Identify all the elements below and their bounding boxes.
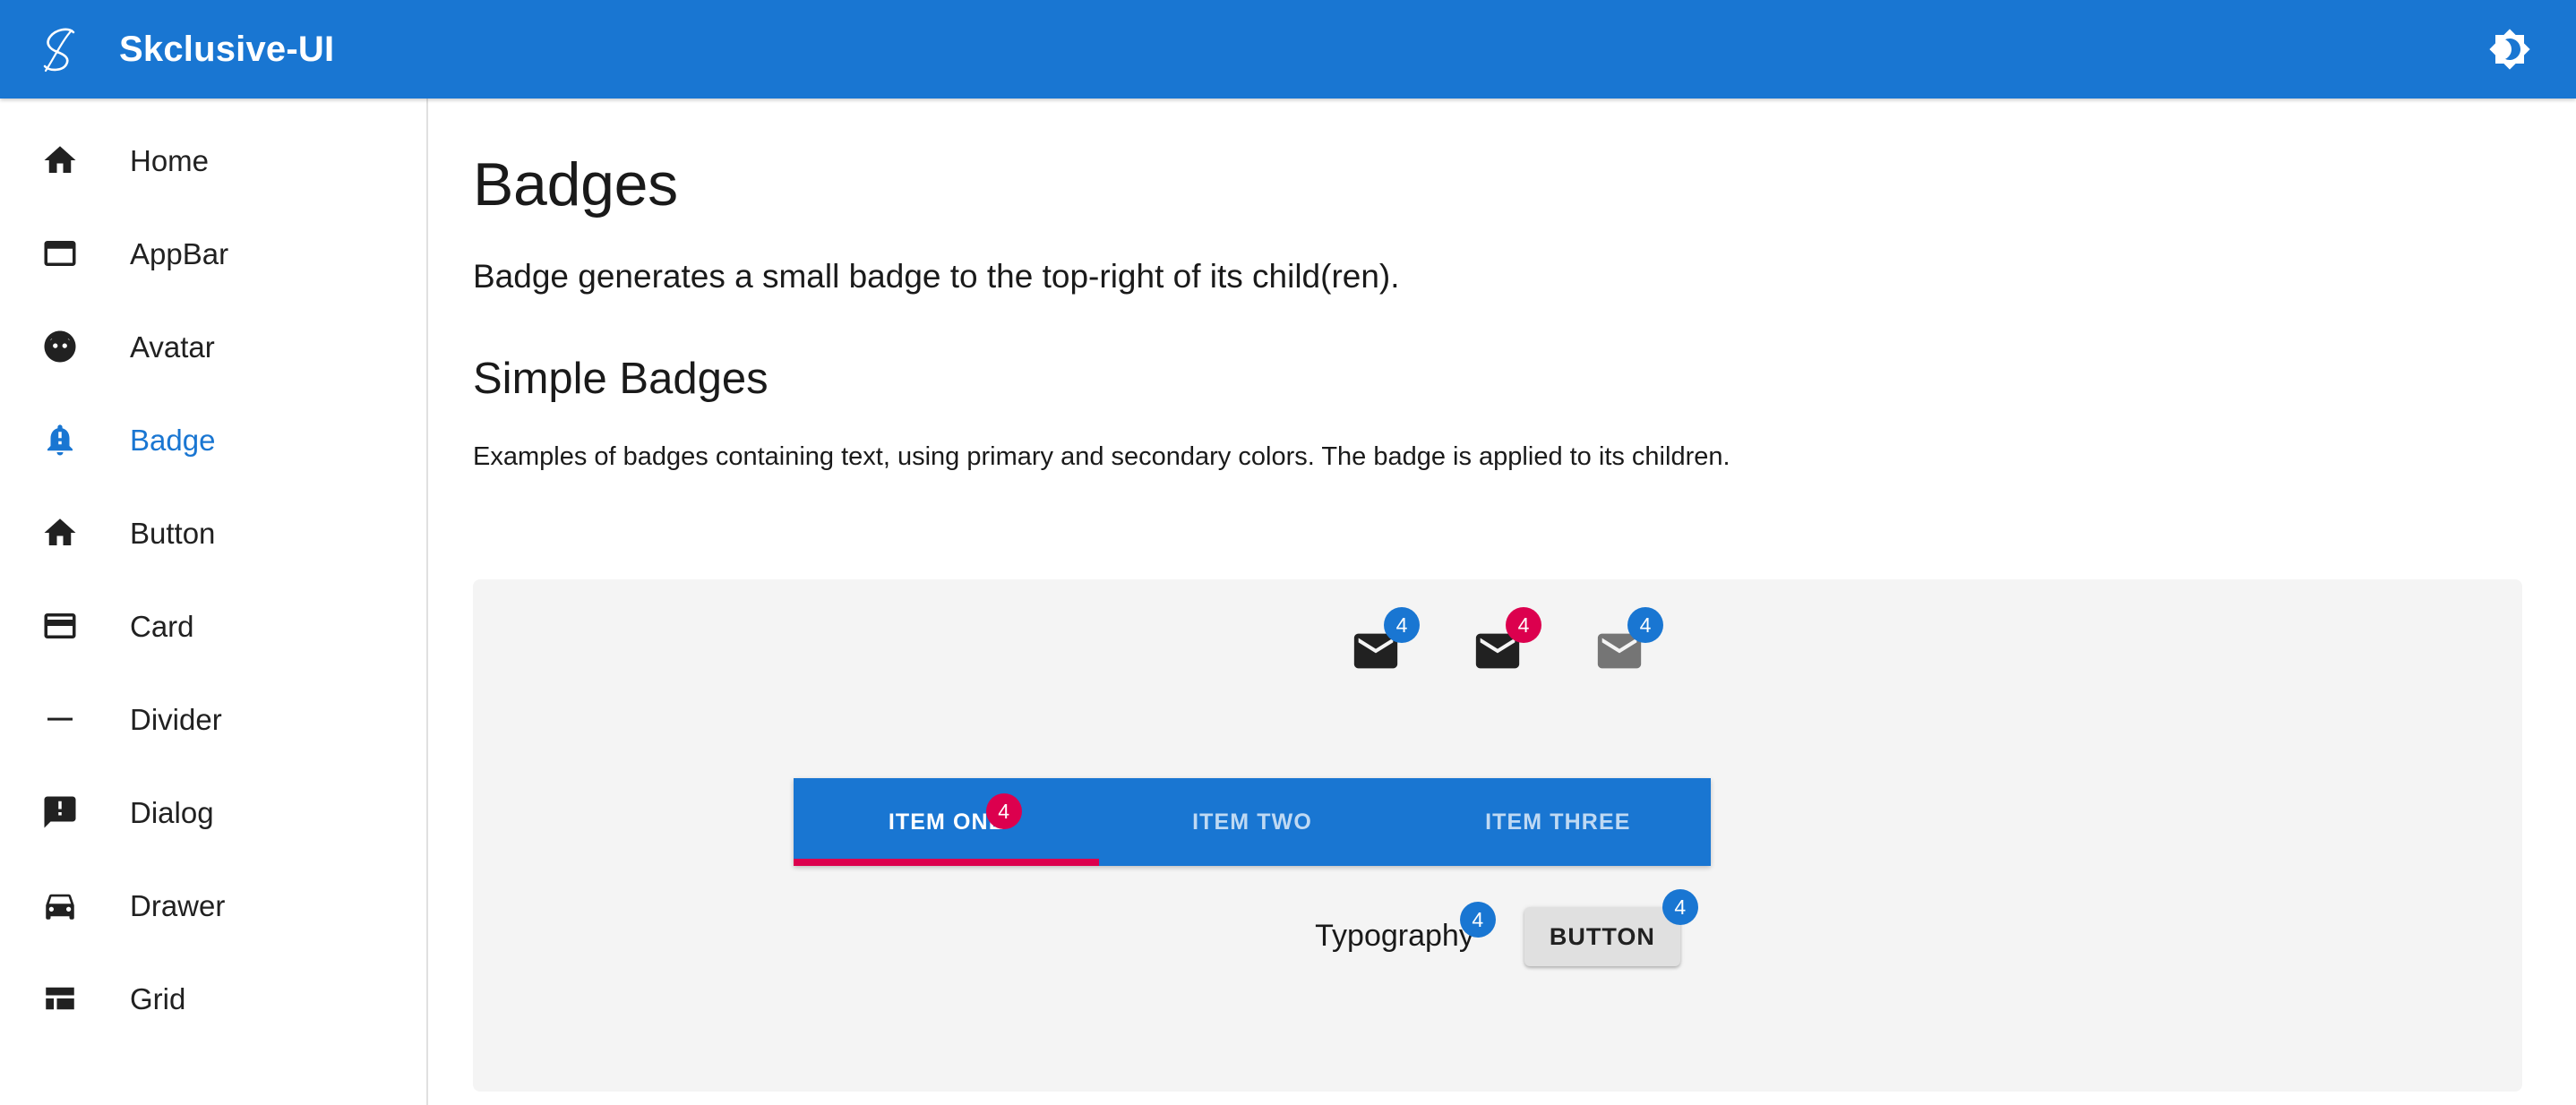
status-badge: 4	[1627, 607, 1663, 643]
sidebar-item-label: Card	[130, 609, 194, 643]
sidebar-item-label: Button	[130, 516, 216, 550]
typography-badge: 4 Typography	[1315, 902, 1496, 954]
typography-text: Typography	[1315, 919, 1474, 954]
mail-badge-primary[interactable]: 4	[1350, 607, 1420, 677]
tabs-bar: ITEM ONE 4 ITEM TWO ITEM THREE	[794, 778, 1711, 866]
status-badge: 4	[985, 793, 1022, 829]
sidebar-item-label: Dialog	[130, 795, 214, 829]
sidebar-item-label: Grid	[130, 981, 186, 1015]
page-title: Badges	[473, 150, 678, 218]
sidebar-item-label: AppBar	[130, 236, 229, 270]
sidebar-item-label: Avatar	[130, 330, 215, 364]
home-icon	[40, 141, 80, 180]
mail-badge-disabled: 4	[1593, 607, 1663, 677]
sidebar-item-badge[interactable]: Badge	[0, 393, 426, 486]
face-icon	[40, 327, 80, 366]
sidebar-item-dialog[interactable]: Dialog	[0, 766, 426, 859]
tab-label: ITEM TWO	[1192, 809, 1312, 835]
tab-item-three[interactable]: ITEM THREE	[1405, 778, 1711, 866]
demo-button[interactable]: BUTTON	[1524, 907, 1680, 966]
page-description: Badge generates a small badge to the top…	[473, 258, 1400, 295]
section-title: Simple Badges	[473, 355, 769, 404]
tab-label: ITEM THREE	[1485, 809, 1631, 835]
typography-button-row: 4 Typography 4 BUTTON	[473, 889, 2522, 966]
sidebar-item-avatar[interactable]: Avatar	[0, 300, 426, 393]
section-description: Examples of badges containing text, usin…	[473, 442, 1730, 472]
sidebar-item-divider[interactable]: Divider	[0, 672, 426, 766]
sidebar-item-grid[interactable]: Grid	[0, 952, 426, 1045]
sidebar-item-home[interactable]: Home	[0, 114, 426, 207]
status-badge: 4	[1459, 902, 1496, 938]
tab-indicator	[794, 859, 1099, 866]
sidebar-item-label: Divider	[130, 702, 222, 736]
web-asset-icon	[40, 234, 80, 273]
script-s-logo-icon	[29, 18, 91, 81]
comment-alert-icon	[40, 792, 80, 832]
credit-card-icon	[40, 606, 80, 646]
sidebar-item-label: Home	[130, 143, 210, 177]
tab-item-one[interactable]: ITEM ONE 4	[794, 778, 1099, 866]
sidebar-item-button[interactable]: Button	[0, 486, 426, 579]
app-bar: Skclusive-UI	[0, 0, 2576, 99]
directions-car-icon	[40, 886, 80, 925]
status-badge: 4	[1384, 607, 1420, 643]
status-badge: 4	[1662, 889, 1698, 925]
sidebar-navigation: Home AppBar Avatar Badge Button Card Div…	[0, 99, 428, 1105]
horizontal-rule-icon	[40, 699, 80, 739]
dashboard-grid-icon	[40, 979, 80, 1018]
tab-item-two[interactable]: ITEM TWO	[1099, 778, 1404, 866]
sidebar-item-drawer[interactable]: Drawer	[0, 859, 426, 952]
status-badge: 4	[1506, 607, 1541, 643]
app-title: Skclusive-UI	[119, 29, 335, 69]
notification-bell-icon	[40, 420, 80, 459]
button-badge[interactable]: 4 BUTTON	[1524, 889, 1698, 966]
home-icon	[40, 513, 80, 552]
mail-badge-row: 4 4 4	[473, 607, 2522, 677]
demo-panel: 4 4 4 ITEM ONE 4 ITEM TWO ITEM THREE 4 T…	[473, 579, 2522, 1092]
brightness-dark-mode-icon[interactable]	[2467, 6, 2553, 92]
main-content: Badges Badge generates a small badge to …	[430, 99, 2576, 1105]
sidebar-item-card[interactable]: Card	[0, 579, 426, 672]
sidebar-item-label: Badge	[130, 423, 216, 457]
sidebar-item-label: Drawer	[130, 888, 226, 922]
sidebar-item-appbar[interactable]: AppBar	[0, 207, 426, 300]
mail-badge-secondary[interactable]: 4	[1472, 607, 1541, 677]
